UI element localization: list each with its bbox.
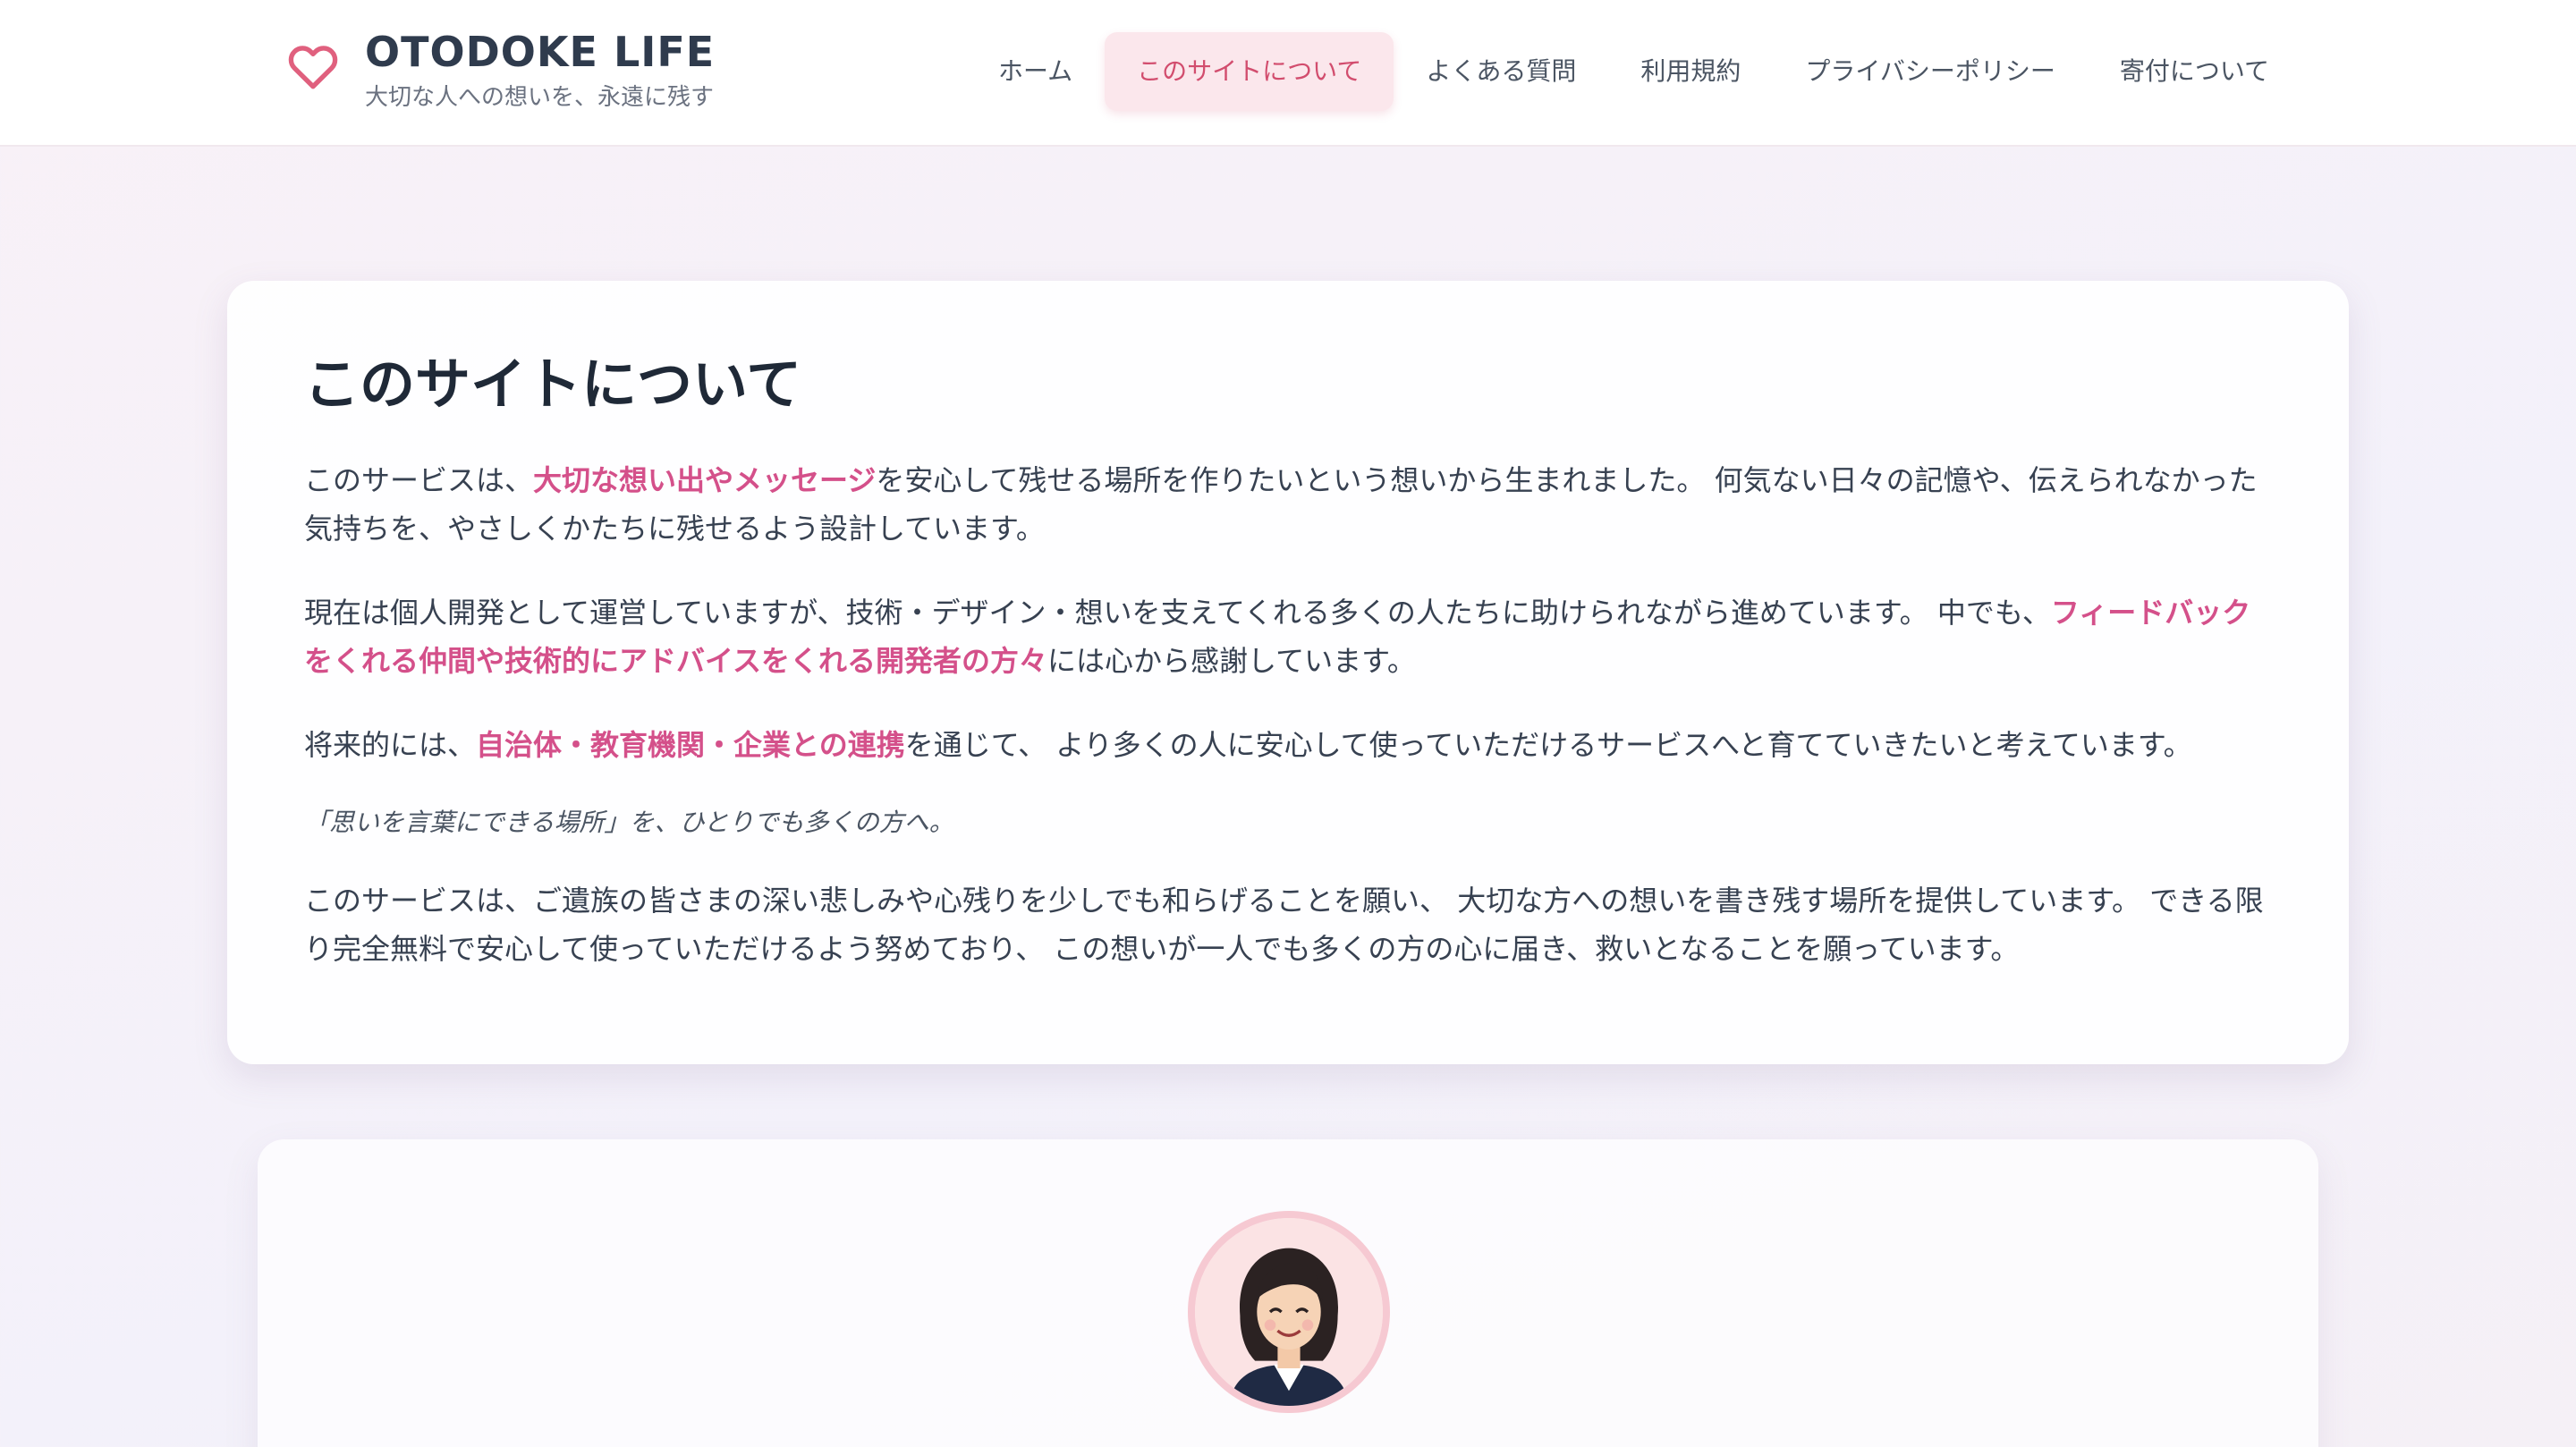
text: 現在は個人開発として運営していますが、技術・デザイン・想いを支えてくれる多くの人… — [304, 596, 2051, 630]
about-card: このサイトについて このサービスは、大切な想い出やメッセージを安心して残せる場所… — [227, 281, 2349, 1064]
text: 将来的には、 — [304, 728, 477, 762]
nav-item-privacy[interactable]: プライバシーポリシー — [1773, 32, 2087, 111]
about-heading: このサイトについて — [304, 351, 802, 417]
nav-item-faq[interactable]: よくある質問 — [1394, 32, 1608, 111]
text: このサービスは、 — [304, 463, 534, 497]
profile-card — [258, 1139, 2318, 1447]
nav-item-about[interactable]: このサイトについて — [1105, 32, 1394, 111]
about-paragraph-2: 現在は個人開発として運営していますが、技術・デザイン・想いを支えてくれる多くの人… — [304, 588, 2272, 685]
text: には心から感謝しています。 — [1047, 644, 1416, 678]
nav-item-terms[interactable]: 利用規約 — [1608, 32, 1773, 111]
about-paragraph-1: このサービスは、大切な想い出やメッセージを安心して残せる場所を作りたいという想い… — [304, 456, 2272, 553]
site-title: OTODOKE LIFE — [365, 28, 716, 76]
about-quote: 「思いを言葉にできる場所」を、ひとりでも多くの方へ。 — [304, 808, 954, 837]
highlight-text: 大切な想い出やメッセージ — [533, 463, 877, 497]
about-paragraph-3: 将来的には、自治体・教育機関・企業との連携を通じて、 より多くの人に安心して使っ… — [304, 721, 2272, 769]
avatar — [1188, 1211, 1390, 1413]
site-header: OTODOKE LIFE 大切な人への想いを、永遠に残す ホーム このサイトにつ… — [0, 0, 2576, 147]
text: を通じて、 より多くの人に安心して使っていただけるサービスへと育てていきたいと考… — [904, 728, 2192, 762]
main-nav: ホーム このサイトについて よくある質問 利用規約 プライバシーポリシー 寄付に… — [966, 32, 2301, 111]
about-paragraph-4: このサービスは、ご遺族の皆さまの深い悲しみや心残りを少しでも和らげることを願い、… — [304, 884, 2264, 966]
nav-item-home[interactable]: ホーム — [966, 32, 1105, 111]
avatar-illustration — [1195, 1218, 1383, 1406]
heart-icon — [288, 46, 338, 89]
site-tagline: 大切な人への想いを、永遠に残す — [365, 84, 715, 111]
nav-item-donation[interactable]: 寄付について — [2088, 32, 2301, 111]
highlight-text: 自治体・教育機関・企業との連携 — [476, 728, 905, 762]
brand[interactable]: OTODOKE LIFE 大切な人への想いを、永遠に残す — [284, 27, 715, 113]
